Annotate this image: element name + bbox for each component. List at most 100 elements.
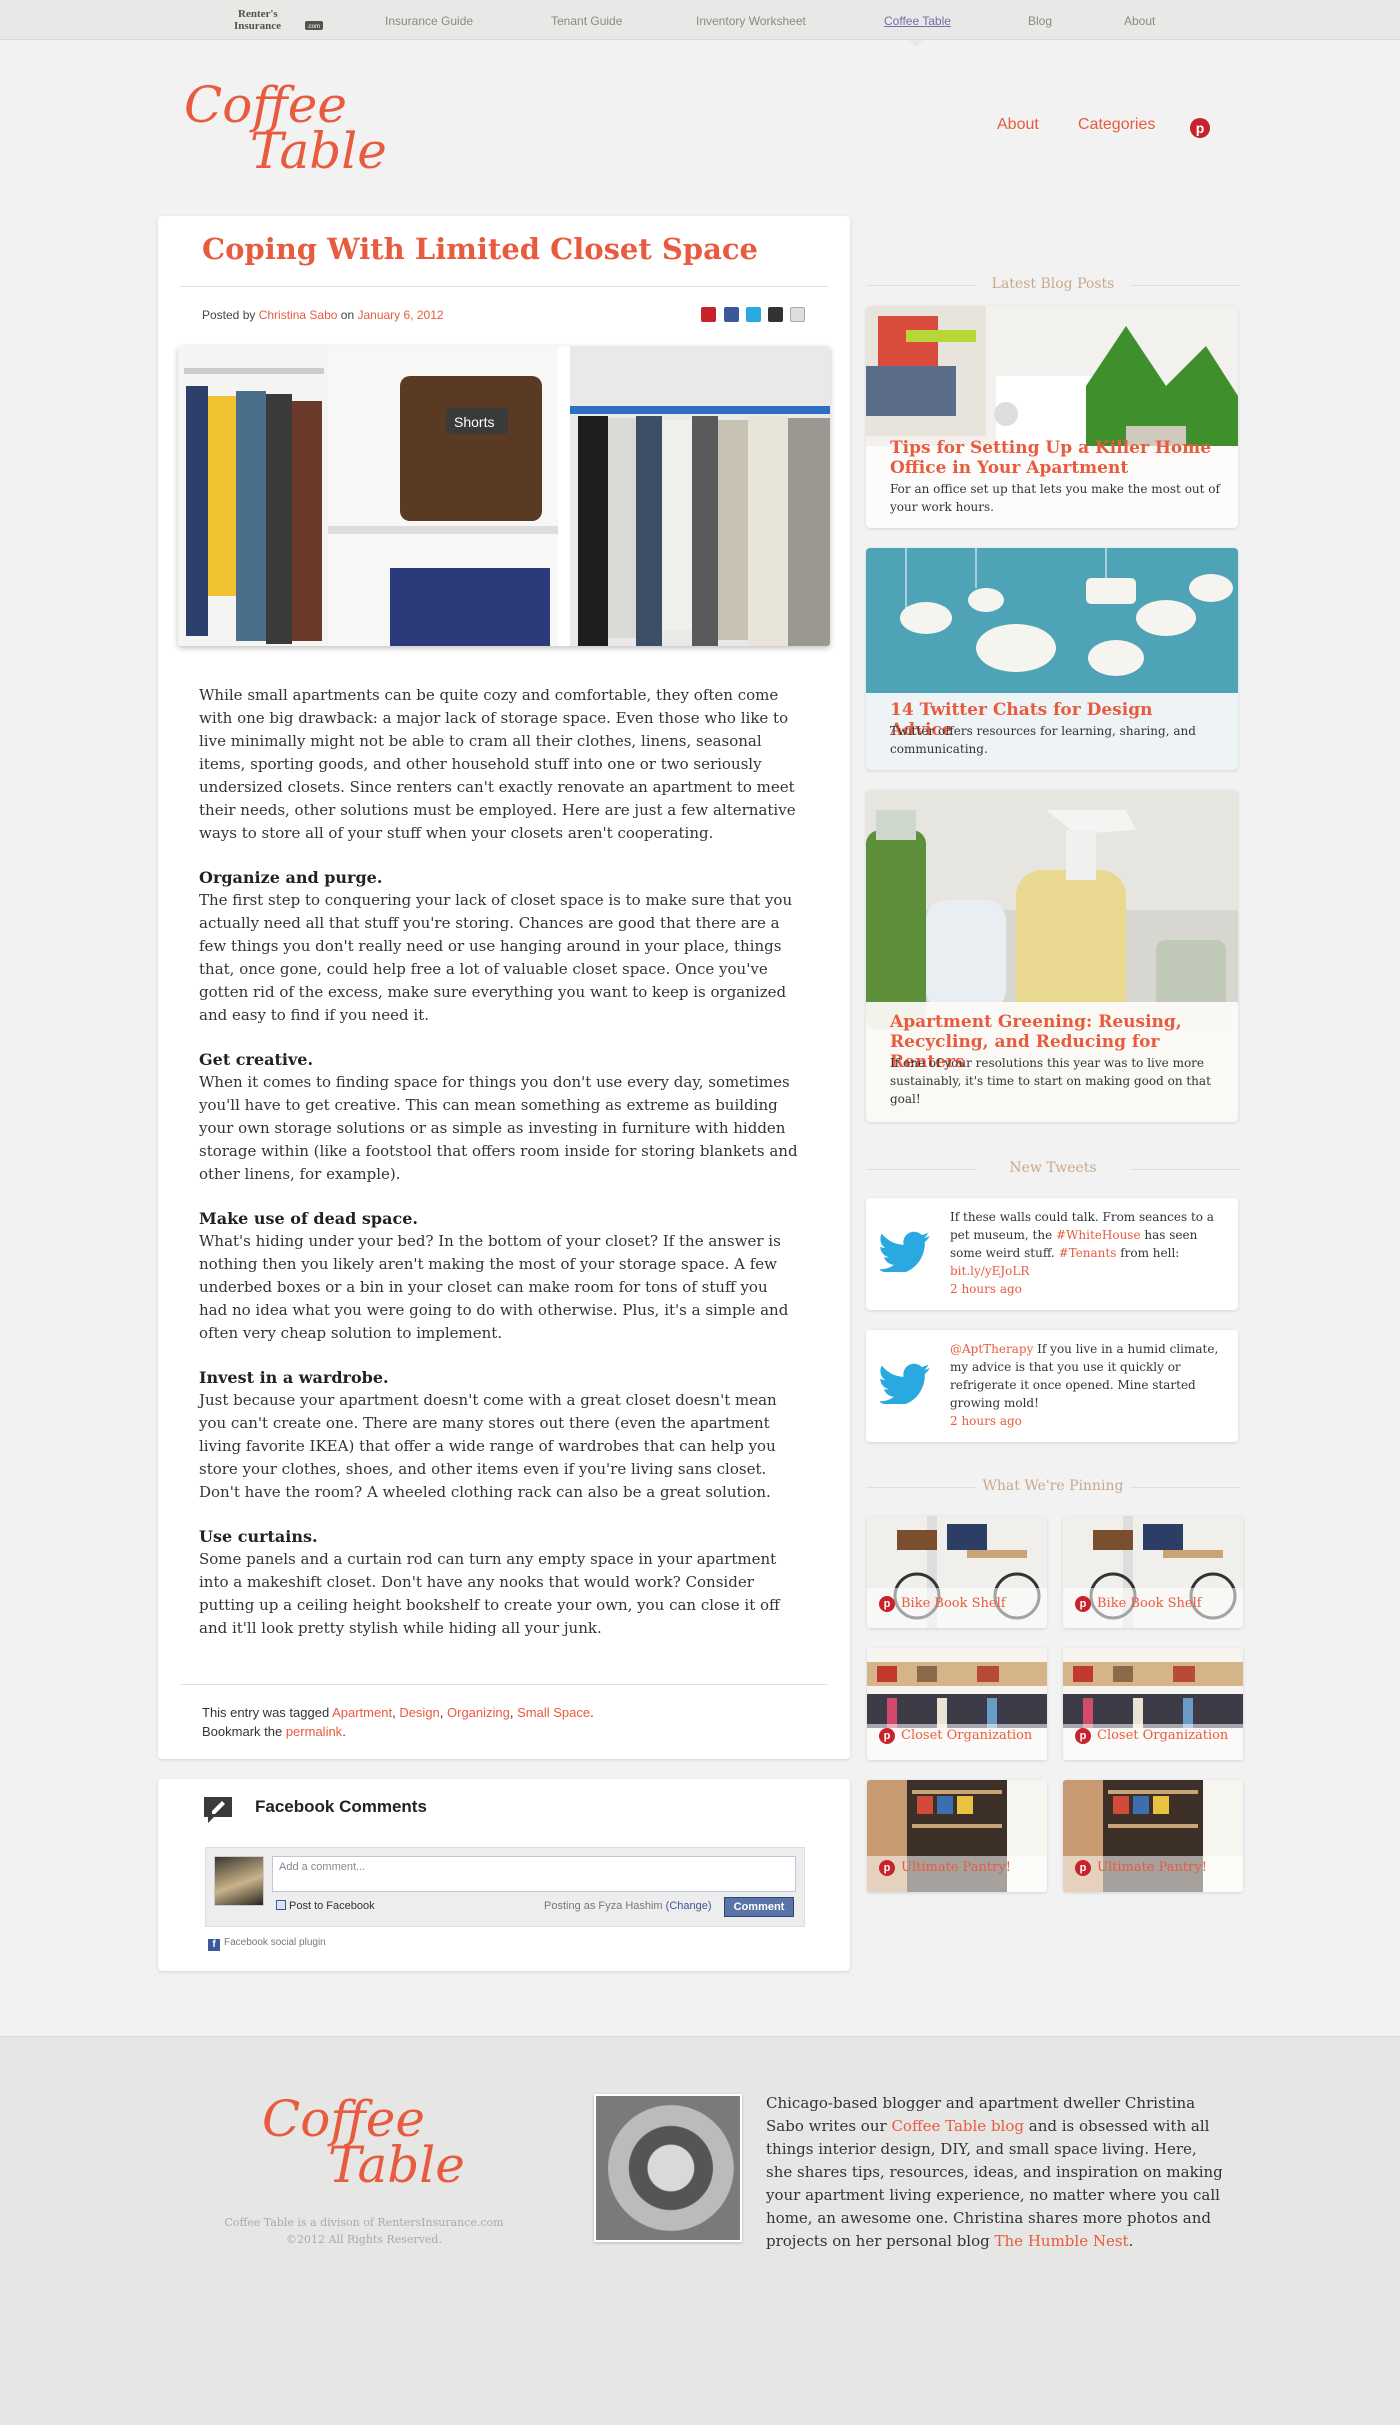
pinterest-share-icon[interactable]: [701, 307, 716, 322]
pin-card[interactable]: p Closet Organization: [867, 1648, 1047, 1760]
humble-nest-link[interactable]: The Humble Nest: [995, 2232, 1129, 2250]
pin-card[interactable]: p Bike Book Shelf: [867, 1516, 1047, 1628]
author-link[interactable]: Christina Sabo: [259, 308, 338, 322]
comment-input[interactable]: Add a comment...: [272, 1856, 796, 1892]
active-tab-pointer: [909, 40, 923, 47]
hashtag-link[interactable]: #WhiteHouse: [1056, 1228, 1141, 1242]
post-tags: This entry was tagged Apartment, Design,…: [202, 1705, 594, 1739]
blog-post-card[interactable]: Apartment Greening: Reusing, Recycling, …: [866, 790, 1238, 1122]
tweet-card: If these walls could talk. From seances …: [866, 1198, 1238, 1310]
section-heading: Get creative.: [199, 1050, 314, 1069]
section-heading: Make use of dead space.: [199, 1209, 418, 1228]
pin-label[interactable]: p Ultimate Pantry!: [879, 1860, 1011, 1876]
footer-logo[interactable]: Coffee Table: [258, 2086, 474, 2196]
svg-text:Table: Table: [328, 2136, 465, 2194]
twitter-bird-icon: [880, 1231, 930, 1272]
pin-label[interactable]: p Closet Organization: [879, 1728, 1032, 1744]
blog-post-card[interactable]: 14 Twitter Chats for Design Advice Twitt…: [866, 548, 1238, 770]
post-to-facebook-checkbox[interactable]: Post to Facebook: [276, 1900, 375, 1912]
pinterest-icon[interactable]: p: [1190, 118, 1210, 138]
rights-text: ©2012 All Rights Reserved.: [286, 2233, 442, 2246]
top-nav-about[interactable]: About: [1124, 14, 1155, 28]
article-paragraph: While small apartments can be quite cozy…: [199, 686, 796, 842]
section-heading: Use curtains.: [199, 1527, 318, 1546]
mention-link[interactable]: @AptTherapy: [950, 1342, 1033, 1356]
post-to-facebook-label: Post to Facebook: [289, 1900, 375, 1912]
top-nav-tenant-guide[interactable]: Tenant Guide: [551, 14, 622, 28]
top-nav-blog[interactable]: Blog: [1028, 14, 1052, 28]
top-nav-inventory-worksheet[interactable]: Inventory Worksheet: [696, 14, 806, 28]
header-about-link[interactable]: About: [997, 116, 1039, 134]
hashtag-link[interactable]: #Tenants: [1059, 1246, 1117, 1260]
comment-pencil-icon: [204, 1797, 232, 1823]
svg-text:Insurance: Insurance: [234, 20, 281, 32]
new-tweets-heading: New Tweets: [866, 1160, 1240, 1176]
change-account-link[interactable]: (Change): [666, 1900, 712, 1912]
svg-text:Shorts: Shorts: [454, 414, 494, 430]
renters-insurance-logo[interactable]: Renter's Insurance .com: [234, 6, 324, 34]
post-title[interactable]: Tips for Setting Up a Killer Home Office…: [890, 438, 1220, 478]
article-card: Coping With Limited Closet Space Posted …: [158, 216, 850, 1759]
facebook-plugin-credit[interactable]: f Facebook social plugin: [208, 1937, 326, 1951]
permalink-link[interactable]: permalink: [286, 1724, 342, 1739]
pin-label[interactable]: p Bike Book Shelf: [1075, 1596, 1202, 1612]
post-meta: Posted by Christina Sabo on January 6, 2…: [202, 308, 444, 322]
facebook-share-icon[interactable]: [724, 307, 739, 322]
pinterest-icon: p: [879, 1596, 895, 1612]
post-description: Twitter offers resources for learning, s…: [890, 724, 1196, 756]
tag-link[interactable]: Design: [399, 1705, 439, 1720]
division-text: Coffee Table is a divison of RentersInsu…: [224, 2216, 504, 2229]
pinterest-icon: p: [879, 1728, 895, 1744]
posted-by-label: Posted by: [202, 308, 256, 322]
top-nav-insurance-guide[interactable]: Insurance Guide: [385, 14, 473, 28]
tweet-card: @AptTherapy If you live in a humid clima…: [866, 1330, 1238, 1442]
pinterest-icon: p: [879, 1860, 895, 1876]
coffee-table-blog-link[interactable]: Coffee Table blog: [891, 2117, 1024, 2135]
author-bio: Chicago-based blogger and apartment dwel…: [766, 2094, 1223, 2250]
pin-label[interactable]: p Bike Book Shelf: [879, 1596, 1006, 1612]
bookmark-label: Bookmark the: [202, 1724, 283, 1739]
section-heading: Invest in a wardrobe.: [199, 1368, 389, 1387]
comment-button[interactable]: Comment: [724, 1897, 794, 1917]
author-photo: [594, 2094, 742, 2242]
post-description: For an office set up that lets you make …: [890, 482, 1220, 514]
plus-share-icon[interactable]: [768, 307, 783, 322]
email-share-icon[interactable]: [790, 307, 805, 322]
avatar: [214, 1856, 264, 1906]
checkbox-icon[interactable]: [276, 1900, 286, 1910]
coffee-table-logo[interactable]: Coffee Table: [180, 72, 396, 182]
svg-text:.com: .com: [307, 24, 320, 30]
twitter-share-icon[interactable]: [746, 307, 761, 322]
tweet-time-link[interactable]: 2 hours ago: [950, 1414, 1022, 1428]
tag-link[interactable]: Organizing: [447, 1705, 510, 1720]
tweet-time-link[interactable]: 2 hours ago: [950, 1282, 1022, 1296]
tags-label: This entry was tagged: [202, 1705, 330, 1720]
pinning-heading: What We're Pinning: [866, 1478, 1240, 1494]
svg-text:Table: Table: [250, 122, 387, 180]
posting-as-label: Posting as Fyza Hashim: [544, 1900, 663, 1912]
comments-card: Facebook Comments Add a comment... Post …: [158, 1779, 850, 1971]
tag-link[interactable]: Small Space: [517, 1705, 590, 1720]
tweet-link[interactable]: bit.ly/yEJoLR: [950, 1264, 1029, 1278]
pin-label[interactable]: p Ultimate Pantry!: [1075, 1860, 1207, 1876]
pin-card[interactable]: p Bike Book Shelf: [1063, 1516, 1243, 1628]
comments-title: Facebook Comments: [255, 1797, 427, 1816]
facebook-icon: f: [208, 1939, 220, 1951]
article-title: Coping With Limited Closet Space: [202, 232, 758, 266]
pin-card[interactable]: p Ultimate Pantry!: [867, 1780, 1047, 1892]
date-link[interactable]: January 6, 2012: [357, 308, 443, 322]
closet-hero-image: Shorts: [178, 346, 830, 646]
header-categories-link[interactable]: Categories: [1078, 116, 1155, 134]
pinterest-icon: p: [1075, 1860, 1091, 1876]
blog-post-card[interactable]: Tips for Setting Up a Killer Home Office…: [866, 306, 1238, 528]
posting-as: Posting as Fyza Hashim (Change): [544, 1900, 712, 1912]
top-nav-coffee-table[interactable]: Coffee Table: [884, 14, 951, 28]
divider: [180, 286, 828, 287]
top-bar: Renter's Insurance .com Insurance Guide …: [0, 0, 1400, 47]
pin-card[interactable]: p Closet Organization: [1063, 1648, 1243, 1760]
pinterest-icon: p: [1075, 1596, 1091, 1612]
svg-text:Renter's: Renter's: [238, 8, 278, 20]
pin-label[interactable]: p Closet Organization: [1075, 1728, 1228, 1744]
tag-link[interactable]: Apartment: [332, 1705, 392, 1720]
pin-card[interactable]: p Ultimate Pantry!: [1063, 1780, 1243, 1892]
